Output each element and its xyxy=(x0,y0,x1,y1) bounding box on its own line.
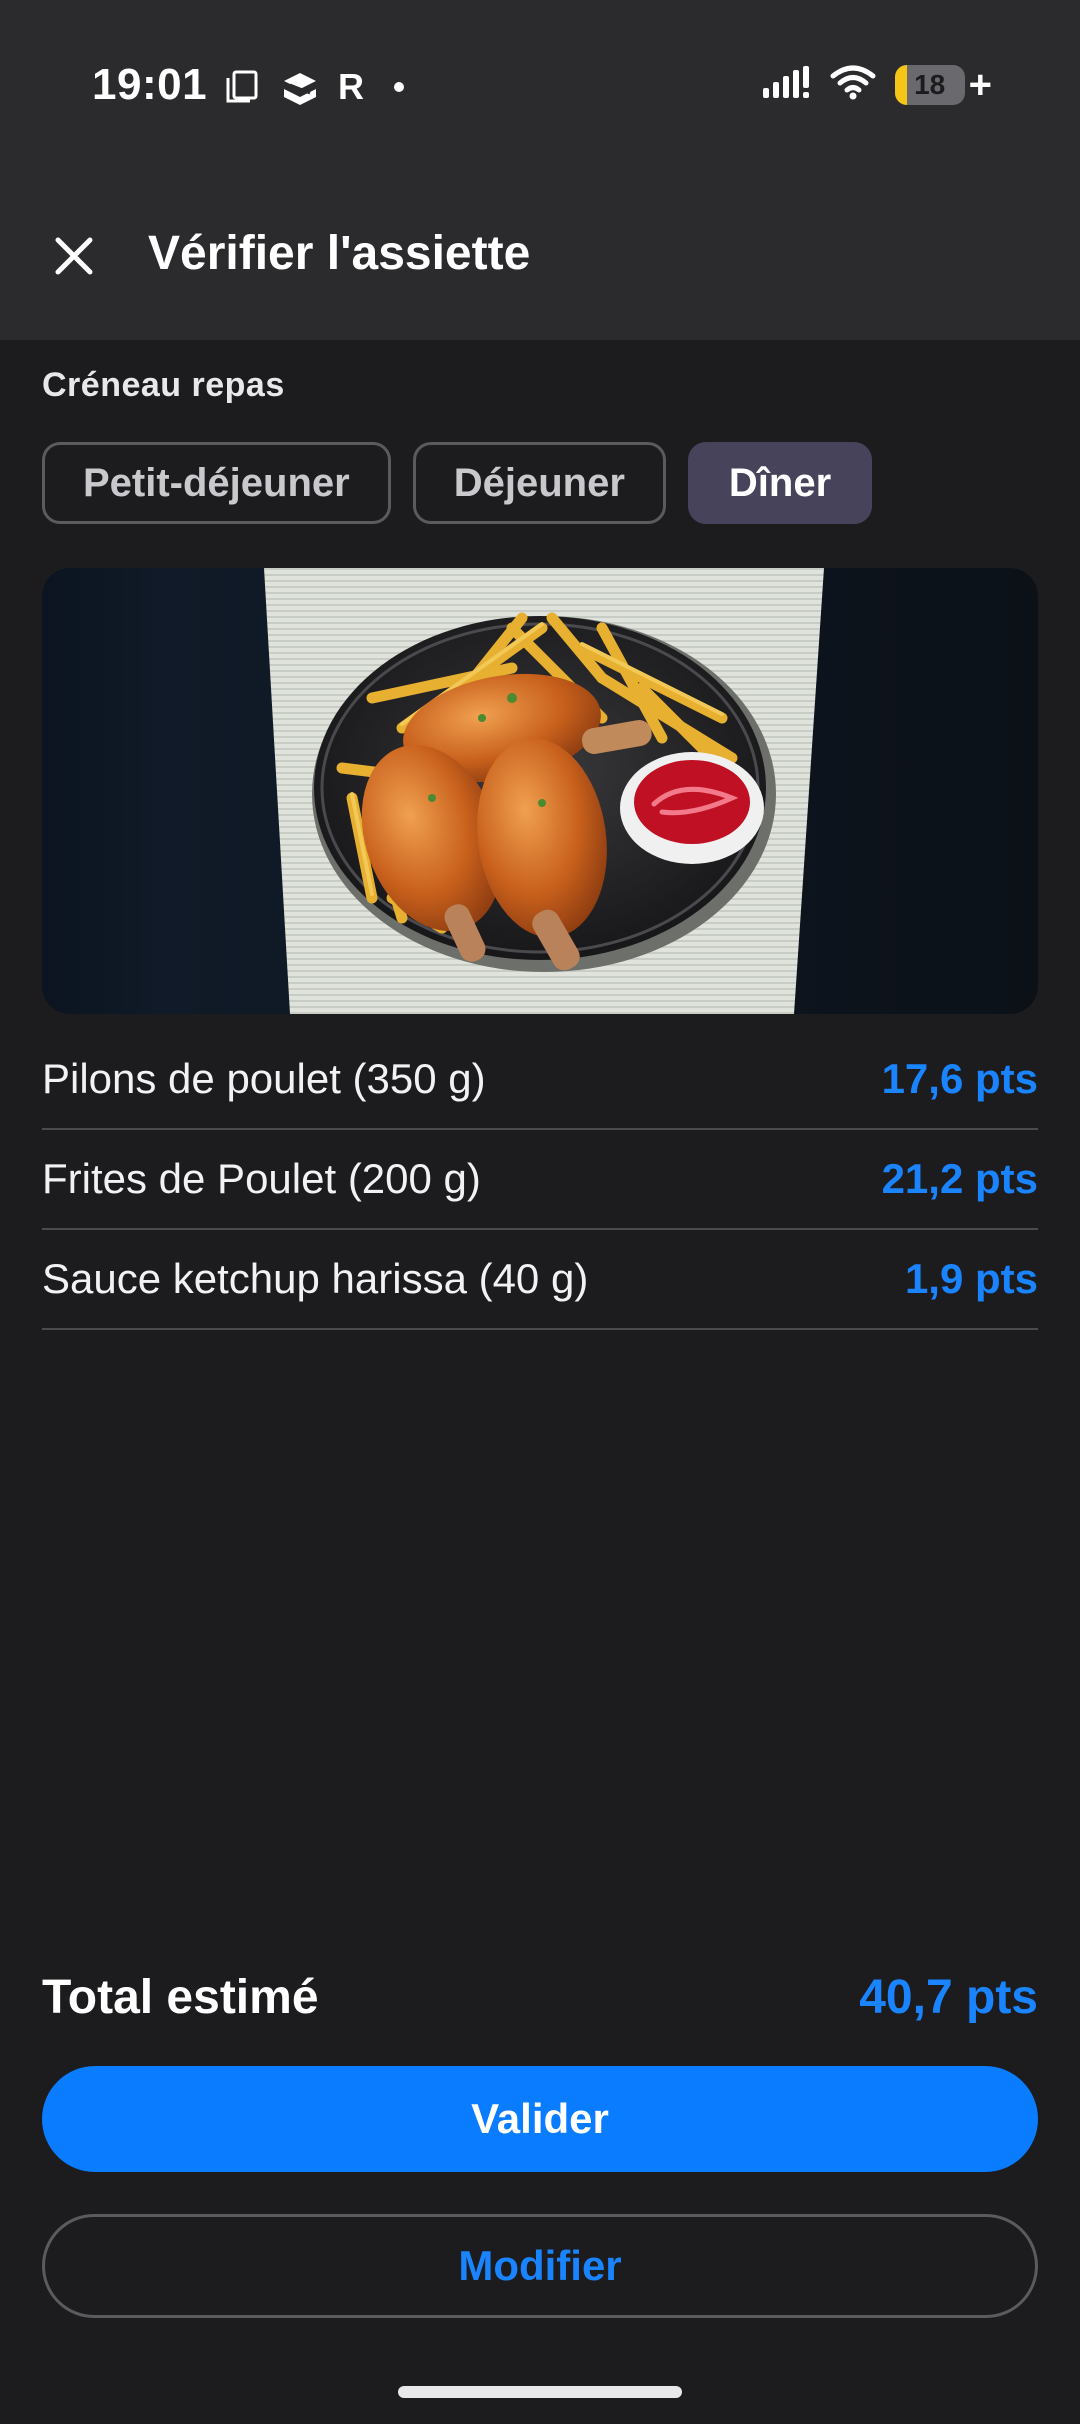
food-items-list: Pilons de poulet (350 g) 17,6 pts Frites d… xyxy=(42,1030,1038,1330)
page-title: Vérifier l'assiette xyxy=(148,227,531,280)
status-system-icons: 18 + xyxy=(761,64,992,105)
meal-slot-chip[interactable]: Petit-déjeuner xyxy=(42,442,391,524)
food-item-row[interactable]: Sauce ketchup harissa (40 g) 1,9 pts xyxy=(42,1230,1038,1330)
food-item-name: Pilons de poulet (350 g) xyxy=(42,1055,486,1102)
total-row: Total estimé 40,7 pts xyxy=(42,1970,1038,2025)
meal-slot-chip[interactable]: Déjeuner xyxy=(412,442,666,524)
close-button[interactable] xyxy=(46,228,102,284)
modify-button[interactable]: Modifier xyxy=(42,2214,1038,2318)
notification-dot-icon xyxy=(394,82,404,92)
food-item-row[interactable]: Frites de Poulet (200 g) 21,2 pts xyxy=(42,1130,1038,1230)
home-indicator[interactable] xyxy=(398,2386,682,2398)
meal-slot-label: Créneau repas xyxy=(42,366,285,404)
wifi-icon xyxy=(829,64,877,105)
top-bar: 19:01 R 18 + Vérifier l'assiette xyxy=(0,0,1080,340)
carrier-letter: R xyxy=(338,66,364,107)
battery-indicator: 18 + xyxy=(894,62,992,107)
total-label: Total estimé xyxy=(42,1971,319,2024)
food-item-name: Sauce ketchup harissa (40 g) xyxy=(42,1255,589,1302)
copy-icon xyxy=(222,67,262,107)
food-item-row[interactable]: Pilons de poulet (350 g) 17,6 pts xyxy=(42,1030,1038,1130)
validate-button[interactable]: Valider xyxy=(42,2066,1038,2172)
total-value: 40,7 pts xyxy=(859,1971,1038,2024)
food-item-name: Frites de Poulet (200 g) xyxy=(42,1155,481,1202)
meal-slot-selector: Petit-déjeuner Déjeuner Dîner xyxy=(42,442,873,524)
meal-slot-chip[interactable]: Dîner xyxy=(687,442,873,524)
battery-level-fill xyxy=(894,64,908,105)
food-item-points: 21,2 pts xyxy=(881,1155,1038,1202)
meal-photo xyxy=(42,568,1038,1014)
status-time: 19:01 xyxy=(92,60,208,109)
battery-percent: 18 xyxy=(914,68,946,100)
status-notification-icons: R xyxy=(222,66,404,108)
charging-icon: + xyxy=(968,62,992,107)
signal-icon xyxy=(761,64,811,105)
battery-icon: 18 xyxy=(894,64,965,105)
stack-app-icon xyxy=(280,67,320,107)
food-item-points: 17,6 pts xyxy=(881,1055,1038,1102)
food-item-points: 1,9 pts xyxy=(904,1255,1038,1302)
close-icon xyxy=(55,237,93,275)
